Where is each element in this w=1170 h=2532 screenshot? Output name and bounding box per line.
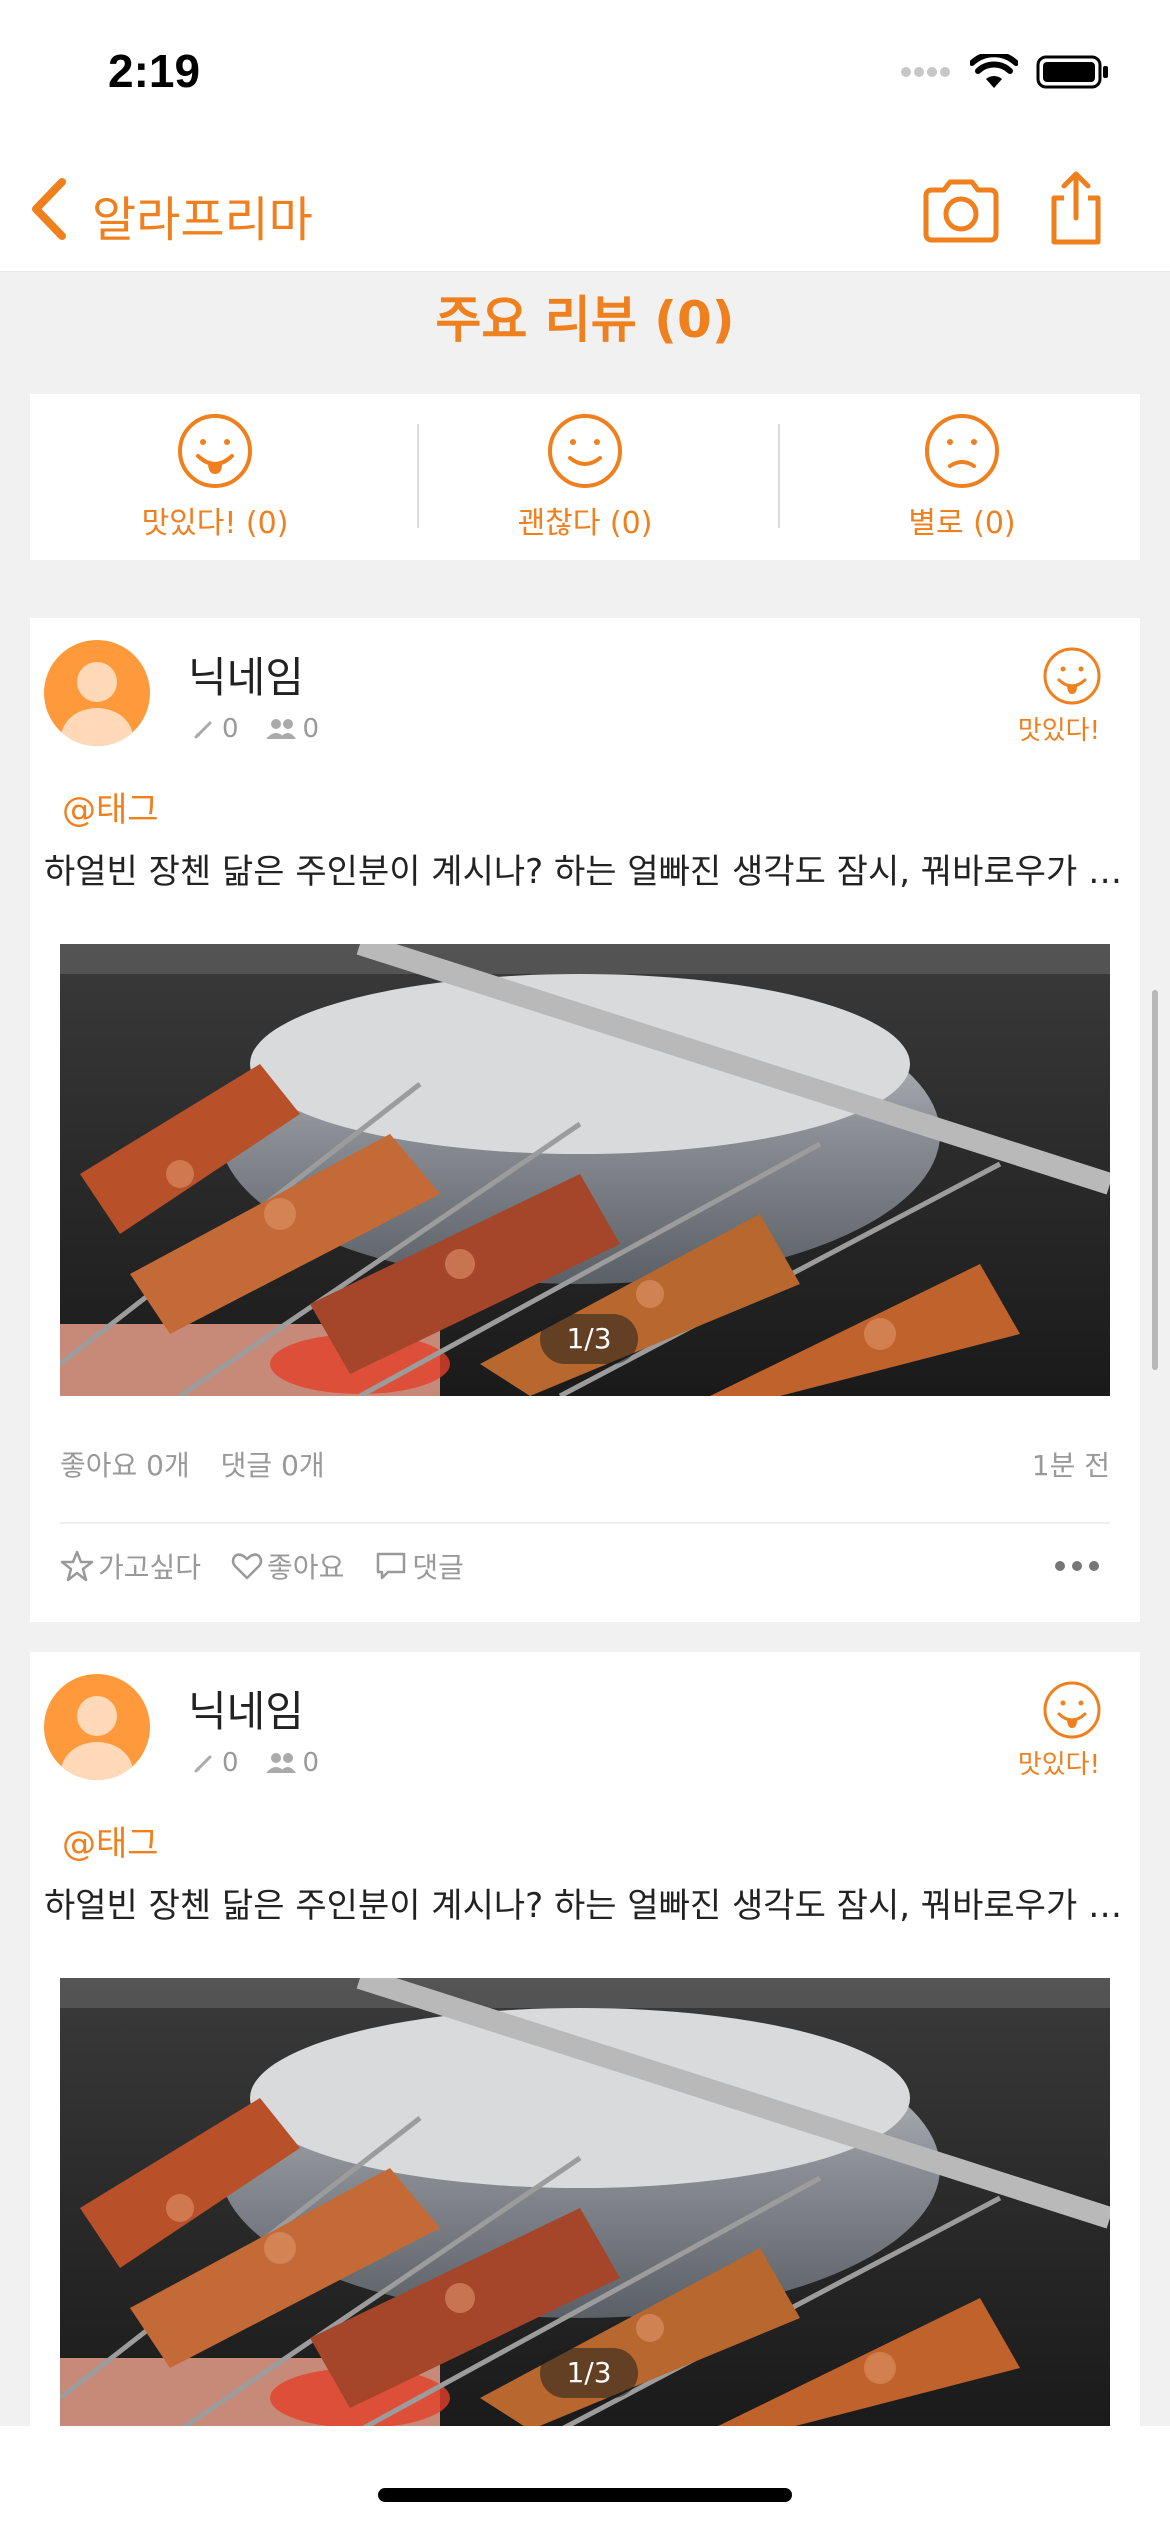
comment-label: 댓글 xyxy=(412,1551,464,1584)
follower-count: 0 xyxy=(302,1748,320,1778)
tongue-smile-face-icon xyxy=(1043,1681,1101,1739)
rating-summary-card: 맛있다! (0) 괜찮다 (0) 별로 (0) xyxy=(30,394,1140,560)
rating-good-label: 괜찮다 (0) xyxy=(517,506,653,541)
comment-icon xyxy=(377,1552,406,1580)
share-icon[interactable] xyxy=(1046,168,1106,248)
wifi-icon xyxy=(970,54,1018,88)
more-options-icon[interactable] xyxy=(1052,1554,1102,1578)
like-label: 좋아요 xyxy=(267,1551,345,1584)
review-tag[interactable]: @태그 xyxy=(62,782,159,831)
comment-button[interactable]: 댓글 xyxy=(374,1546,464,1586)
divider xyxy=(60,1522,1110,1524)
post-count: 0 xyxy=(222,714,239,744)
avatar[interactable] xyxy=(44,1674,150,1780)
rating-good[interactable]: 괜찮다 (0) xyxy=(445,412,725,542)
home-indicator-area xyxy=(0,2426,1170,2532)
battery-icon xyxy=(1036,55,1108,89)
rating-bad-label: 별로 (0) xyxy=(908,506,1016,541)
user-stats: 0 0 xyxy=(192,714,319,744)
nav-title: 알라프리마 xyxy=(92,192,313,248)
smile-face-icon xyxy=(548,414,622,488)
rating-divider xyxy=(417,424,419,528)
nickname[interactable]: 닉네임 xyxy=(188,1678,304,1739)
comment-count[interactable]: 댓글 0개 xyxy=(221,1449,325,1482)
status-icons xyxy=(900,52,1110,92)
photo-counter: 1/3 xyxy=(540,2348,638,2398)
summary-title: 주요 리뷰 (0) xyxy=(435,291,735,349)
review-text[interactable]: 하얼빈 장첸 닮은 주인분이 계시나? 하는 얼빠진 생각도 잠시, 꿔바로우가… xyxy=(44,844,1124,893)
back-chevron-icon[interactable] xyxy=(26,174,76,244)
post-time: 1분 전 xyxy=(1031,1449,1110,1482)
home-indicator[interactable] xyxy=(378,2488,792,2502)
post-count: 0 xyxy=(222,1748,239,1778)
want-to-go-button[interactable]: 가고싶다 xyxy=(60,1546,201,1586)
review-photo[interactable]: 1/3 xyxy=(60,944,1110,1396)
review-rating-label: 맛있다! xyxy=(1017,716,1100,746)
followers-icon xyxy=(265,719,296,739)
rating-delicious[interactable]: 맛있다! (0) xyxy=(75,412,355,542)
tongue-smile-face-icon xyxy=(178,414,252,488)
like-count[interactable]: 좋아요 0개 xyxy=(60,1449,190,1482)
photo-counter: 1/3 xyxy=(540,1314,638,1364)
rating-divider xyxy=(778,424,780,528)
review-photo[interactable]: 1/3 xyxy=(60,1978,1110,2430)
status-bar: 2:19 xyxy=(0,0,1170,150)
nickname[interactable]: 닉네임 xyxy=(188,644,304,705)
review-rating-label: 맛있다! xyxy=(1017,1750,1100,1780)
review-card[interactable]: 닉네임 0 0 맛있다! @태그 하얼빈 장첸 닮은 주인분이 계시나? 하는 … xyxy=(30,618,1140,1622)
scrollbar[interactable] xyxy=(1152,990,1158,1370)
engagement-counts: 좋아요 0개 댓글 0개 xyxy=(60,1444,347,1484)
review-text[interactable]: 하얼빈 장첸 닮은 주인분이 계시나? 하는 얼빠진 생각도 잠시, 꿔바로우가… xyxy=(44,1878,1124,1927)
want-to-go-label: 가고싶다 xyxy=(98,1551,202,1584)
rating-delicious-label: 맛있다! (0) xyxy=(141,506,289,541)
avatar[interactable] xyxy=(44,640,150,746)
follower-count: 0 xyxy=(302,714,320,744)
signal-icon xyxy=(901,67,950,77)
pencil-icon xyxy=(194,1755,212,1773)
like-button[interactable]: 좋아요 xyxy=(231,1546,344,1586)
star-icon xyxy=(60,1550,94,1582)
heart-icon xyxy=(231,1553,263,1580)
followers-icon xyxy=(265,1753,296,1773)
rating-bad[interactable]: 별로 (0) xyxy=(822,412,1102,542)
status-time: 2:19 xyxy=(108,45,201,97)
tongue-smile-face-icon xyxy=(1043,647,1101,705)
frown-face-icon xyxy=(925,414,999,488)
camera-icon[interactable] xyxy=(920,176,1002,246)
review-card[interactable]: 닉네임 0 0 맛있다! @태그 하얼빈 장첸 닮은 주인분이 계시나? 하는 … xyxy=(30,1652,1140,2482)
user-stats: 0 0 xyxy=(192,1748,319,1778)
action-bar: 가고싶다 좋아요 댓글 xyxy=(60,1546,464,1586)
nav-bar: 알라프리마 xyxy=(0,150,1170,272)
review-tag[interactable]: @태그 xyxy=(62,1816,159,1865)
pencil-icon xyxy=(194,721,212,739)
